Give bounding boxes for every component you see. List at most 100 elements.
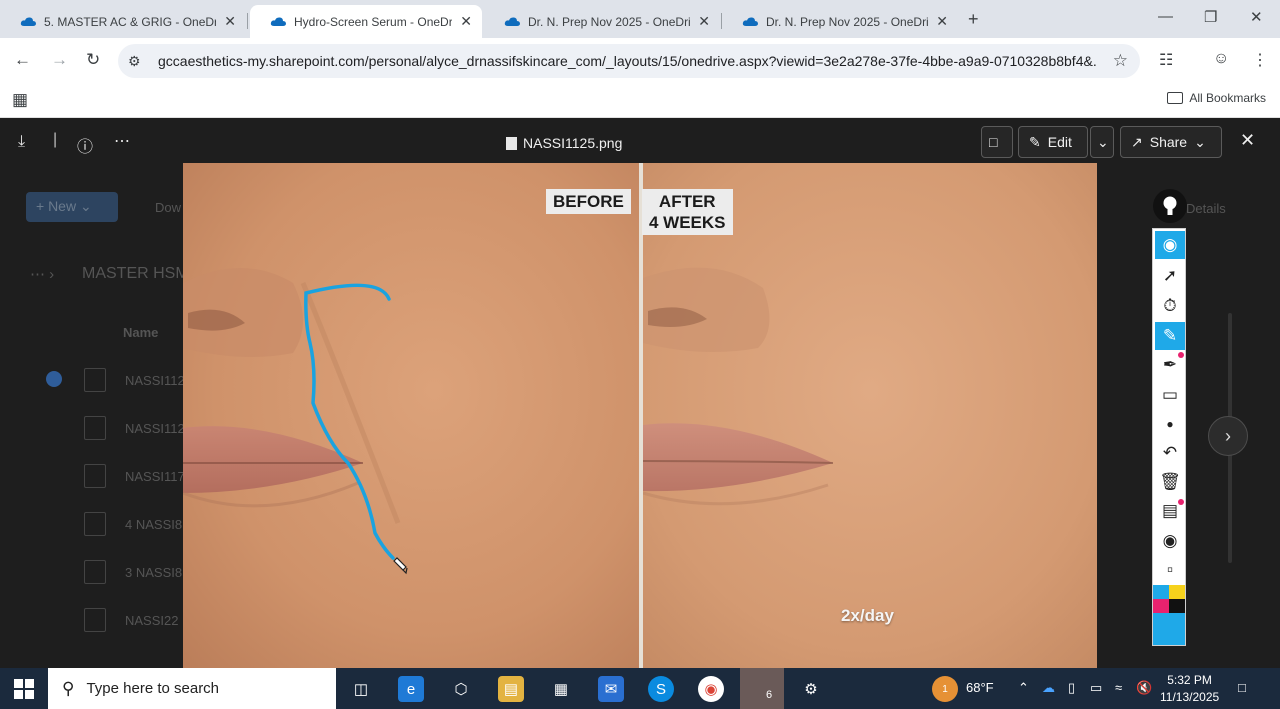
taskbar-search-input[interactable]: ⚲ Type here to search [48, 668, 336, 709]
tab-label: Hydro-Screen Serum - OneDriv [294, 14, 453, 29]
pencil-icon: ✎ [1029, 133, 1041, 150]
file-title: NASSI1125.png [506, 135, 622, 151]
system-clock[interactable]: 5:32 PM 11/13/2025 [1160, 672, 1219, 706]
clock-date: 11/13/2025 [1160, 690, 1220, 704]
address-bar[interactable]: ⚙ gccaesthetics-my.sharepoint.com/person… [118, 44, 1140, 78]
close-viewer-icon[interactable]: ✕ [1240, 130, 1255, 151]
cursor-icon[interactable]: ➚ [1155, 262, 1185, 290]
edit-button[interactable]: ✎ Edit [1018, 126, 1088, 158]
close-icon[interactable]: ✕ [698, 13, 710, 30]
file-icon [84, 512, 106, 536]
chevron-down-icon: ⌄ [1097, 133, 1109, 150]
close-icon[interactable]: ✕ [460, 13, 472, 30]
temperature[interactable]: 68°F [966, 680, 994, 695]
teams-icon[interactable]: 6 [740, 668, 784, 709]
menu-icon[interactable]: ⋮ [1252, 50, 1268, 70]
share-button[interactable]: ↗ Share ⌄ [1120, 126, 1222, 158]
minimize-icon[interactable]: — [1158, 8, 1173, 25]
file-name: NASSI1125.png [523, 135, 623, 151]
edge-icon[interactable]: e [398, 676, 424, 702]
info-icon[interactable]: ⓘ [77, 133, 93, 157]
microsoft-store-icon[interactable]: ▦ [548, 676, 574, 702]
list-item: 4 NASSI8 [125, 517, 183, 532]
comments-button[interactable]: □ [981, 126, 1013, 158]
settings-gear-icon[interactable]: ⚙ [798, 676, 824, 702]
file-icon [84, 464, 106, 488]
task-view-icon[interactable]: ◫ [348, 676, 374, 702]
color-swatch-pink[interactable] [1153, 599, 1169, 613]
weather-badge: 1 [942, 683, 948, 695]
edit-dropdown-button[interactable]: ⌄ [1090, 126, 1114, 158]
annotation-toggle-button[interactable] [1153, 189, 1187, 223]
download-icon[interactable]: ⤓ [18, 133, 25, 151]
media-controls-icon[interactable]: ☷ [1159, 50, 1173, 70]
speaker-muted-icon[interactable]: 🔇 [1136, 680, 1152, 696]
onedrive-cloud-icon[interactable]: ☁ [1042, 680, 1055, 696]
eraser-icon[interactable]: ▭ [1155, 381, 1185, 409]
list-item: NASSI22 [125, 613, 179, 628]
browser-tab[interactable]: Dr. N. Prep Nov 2025 - OneDriv ✕ [484, 5, 720, 38]
share-label: Share [1149, 134, 1188, 150]
current-color[interactable] [1153, 613, 1185, 645]
file-icon [84, 560, 106, 584]
file-icon [506, 136, 517, 150]
column-name-header: Name [123, 325, 159, 340]
next-image-button[interactable]: › [1208, 416, 1248, 456]
file-icon [84, 368, 106, 392]
browser-tab[interactable]: 5. MASTER AC & GRIG - OneDr ✕ [0, 5, 246, 38]
annotation-toolbar: ◉ ➚ ⏱ ✎ ✒ ▭ ● ↶ 🗑 ▤ ◉ ▫ [1152, 228, 1186, 646]
list-item: NASSI112 [125, 373, 185, 388]
outlook-icon[interactable]: ✉ [598, 676, 624, 702]
eye-icon[interactable]: ◉ [1155, 231, 1185, 259]
color-swatch-black[interactable] [1169, 599, 1185, 613]
teams-badge: 6 [765, 688, 773, 701]
browser-tab[interactable]: Dr. N. Prep Nov 2025 - OneDriv ✕ [722, 5, 958, 38]
toolbar-divider: | [53, 131, 58, 148]
chevron-up-icon[interactable]: ⌃ [1018, 680, 1029, 696]
dot-icon[interactable]: ● [1155, 410, 1185, 438]
clipboard-icon[interactable]: ▫ [1155, 556, 1185, 584]
bookmark-star-icon[interactable]: ☆ [1113, 51, 1128, 71]
stopwatch-icon[interactable]: ⏱ [1155, 292, 1185, 320]
highlighter-icon[interactable]: ✎ [1155, 322, 1185, 350]
battery-icon[interactable]: ▭ [1090, 680, 1102, 696]
onedrive-icon [270, 17, 286, 26]
restore-icon[interactable]: ❐ [1204, 8, 1217, 26]
tab-label: Dr. N. Prep Nov 2025 - OneDriv [766, 14, 929, 29]
details-label: Details [1186, 201, 1226, 216]
chrome-icon[interactable]: ◉ [698, 676, 724, 702]
new-button: + New ⌄ [26, 192, 118, 222]
window-close-icon[interactable]: ✕ [1250, 8, 1263, 26]
camera-icon[interactable]: ◉ [1155, 527, 1185, 555]
copilot-hex-icon[interactable]: ⬡ [448, 676, 474, 702]
site-info-icon[interactable]: ⚙ [128, 53, 141, 70]
search-placeholder: Type here to search [86, 680, 220, 697]
onedrive-icon [504, 17, 520, 26]
apps-grid-icon[interactable]: ▦ [12, 90, 28, 110]
highlighter-cursor-icon [393, 557, 408, 575]
close-icon[interactable]: ✕ [224, 13, 236, 30]
weather-icon[interactable]: 1 [932, 676, 958, 702]
forward-icon[interactable]: → [51, 50, 68, 70]
profile-icon[interactable]: ☺ [1213, 50, 1229, 68]
windows-start-icon[interactable] [14, 679, 34, 699]
usb-icon[interactable]: ▯ [1068, 680, 1075, 696]
reload-icon[interactable]: ↻ [86, 50, 100, 70]
browser-tab-active[interactable]: Hydro-Screen Serum - OneDriv ✕ [250, 5, 482, 38]
trash-icon[interactable]: 🗑 [1155, 468, 1185, 496]
file-explorer-icon[interactable]: ▤ [498, 676, 524, 702]
browser-toolbar: ← → ↻ ⚙ gccaesthetics-my.sharepoint.com/… [0, 38, 1280, 84]
color-swatch-yellow[interactable] [1169, 585, 1185, 599]
notifications-icon[interactable]: □ [1238, 680, 1246, 695]
all-bookmarks-button[interactable]: All Bookmarks [1167, 91, 1266, 105]
wifi-icon[interactable]: ≈ [1115, 680, 1122, 695]
tab-label: Dr. N. Prep Nov 2025 - OneDriv [528, 14, 691, 29]
close-icon[interactable]: ✕ [936, 13, 948, 30]
more-options-icon[interactable]: ⋯ [114, 131, 130, 151]
color-swatch-blue[interactable] [1153, 585, 1169, 599]
back-icon[interactable]: ← [14, 50, 31, 70]
new-tab-button[interactable]: + [968, 9, 979, 30]
skype-icon[interactable]: S [648, 676, 674, 702]
url-text[interactable]: gccaesthetics-my.sharepoint.com/personal… [158, 53, 1098, 69]
undo-icon[interactable]: ↶ [1155, 439, 1185, 467]
